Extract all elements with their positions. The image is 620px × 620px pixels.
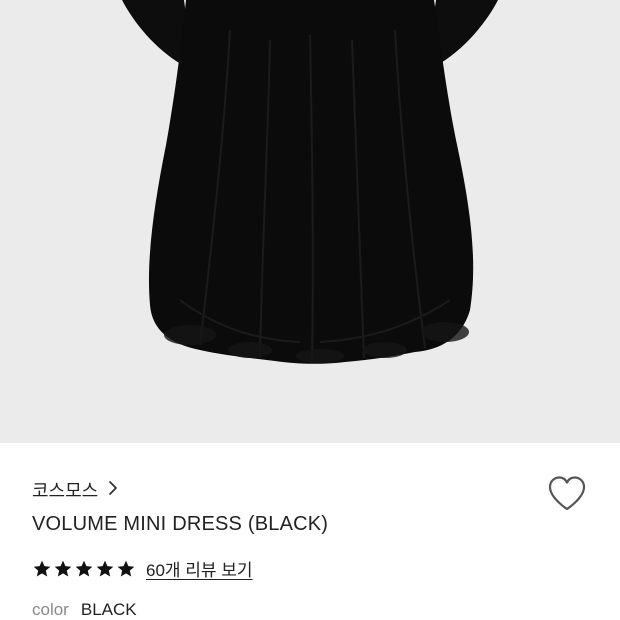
star-filled-icon (33, 560, 51, 576)
star-filled-icon (117, 560, 135, 576)
brand-link[interactable]: 코스모스 (32, 477, 118, 503)
color-row: color BLACK (32, 600, 137, 620)
rating-row: 60개 리뷰 보기 (32, 556, 253, 581)
star-filled-icon (54, 560, 72, 576)
color-value: BLACK (80, 600, 137, 619)
product-title: VOLUME MINI DRESS (BLACK) (32, 513, 329, 535)
chevron-right-icon (108, 480, 118, 500)
heart-outline-icon[interactable] (546, 474, 588, 514)
dress-image (122, 0, 498, 364)
reviews-link[interactable]: 60개 리뷰 보기 (146, 556, 253, 581)
brand-name: 코스모스 (32, 481, 99, 501)
star-filled-icon (75, 560, 93, 576)
rating-stars (32, 559, 136, 579)
color-label: color (32, 600, 69, 619)
star-filled-icon (96, 560, 114, 576)
product-image[interactable] (0, 0, 620, 443)
